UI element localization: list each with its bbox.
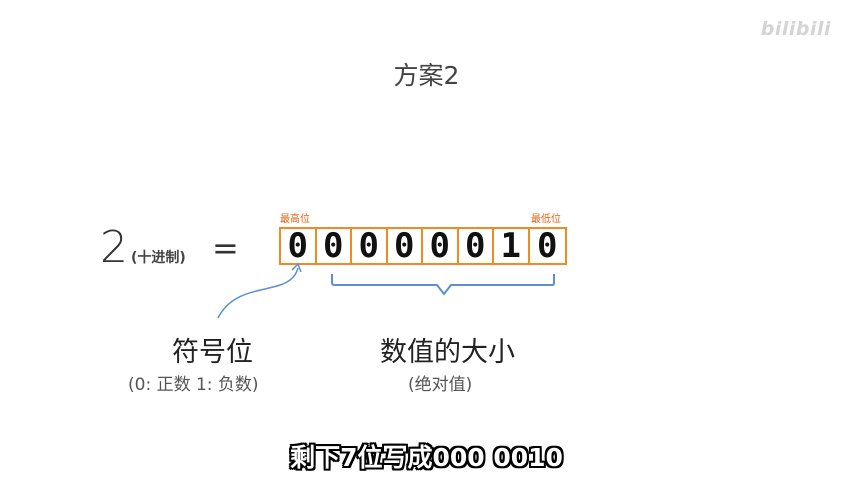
sign-bit-title: 符号位: [172, 337, 253, 368]
sign-bit-note: (0: 正数 1: 负数): [128, 375, 259, 395]
magnitude-note: (绝对值): [408, 375, 473, 395]
magnitude-title: 数值的大小: [380, 337, 515, 368]
video-subtitle: 剩下7位写成000 0010: [290, 443, 563, 472]
magnitude-brace: [331, 274, 555, 296]
sign-arrow: [217, 267, 299, 319]
annotation-overlay: [217, 262, 555, 319]
